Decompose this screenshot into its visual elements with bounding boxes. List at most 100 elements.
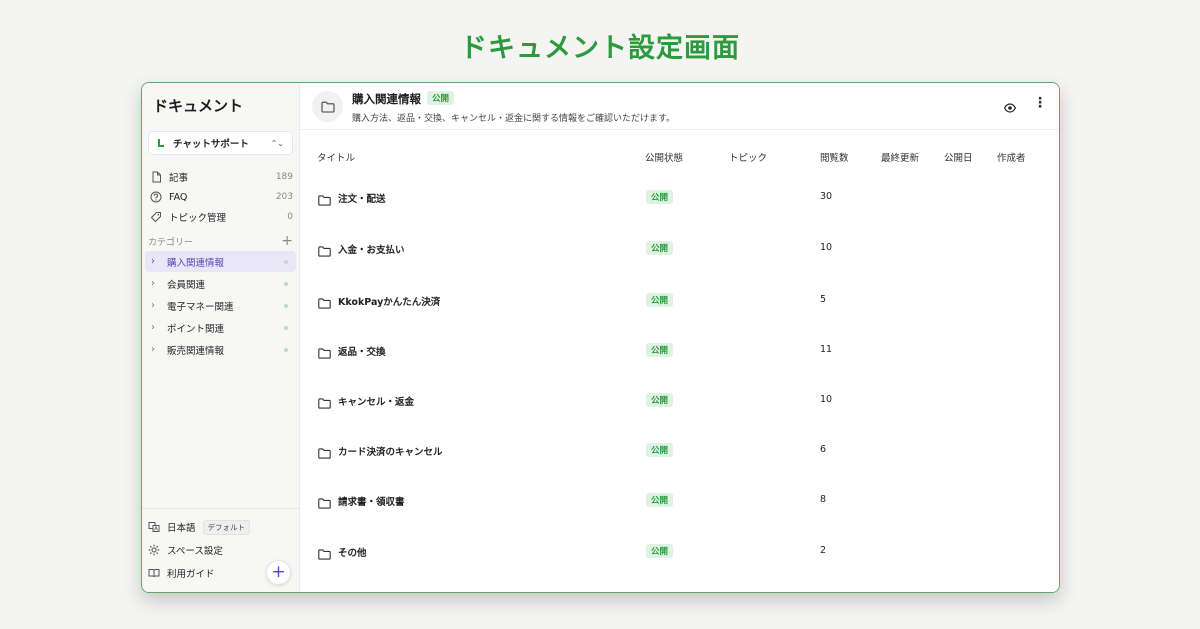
book-icon <box>148 567 160 579</box>
folder-icon <box>312 91 343 122</box>
page-title: 購入関連情報 <box>352 92 421 106</box>
folder-icon <box>318 294 331 313</box>
status-dot <box>284 281 288 286</box>
chevron-right-icon[interactable]: › <box>151 256 161 267</box>
category-item-points[interactable]: › ポイント関連 <box>145 317 296 338</box>
category-header: カテゴリー + <box>148 233 293 249</box>
folder-icon <box>318 344 331 363</box>
column-header-author[interactable]: 作成者 <box>997 150 1026 164</box>
category-header-label: カテゴリー <box>148 237 194 248</box>
translate-icon <box>148 521 160 533</box>
space-settings-link[interactable]: スペース設定 <box>148 541 223 559</box>
chevron-right-icon[interactable]: › <box>151 278 161 289</box>
folder-icon <box>318 191 331 210</box>
status-badge: 公開 <box>646 393 674 407</box>
category-list: › 購入関連情報 › 会員関連 › 電子マネー関連 › ポイント関連 › 販売関… <box>145 251 296 361</box>
category-item-sales[interactable]: › 販売関連情報 <box>145 339 296 360</box>
folder-icon <box>318 494 331 513</box>
table-row[interactable]: 注文・配送 公開 30 <box>300 186 1059 210</box>
row-views: 5 <box>820 294 827 305</box>
category-label: 電子マネー関連 <box>167 301 234 313</box>
status-badge: 公開 <box>427 91 455 105</box>
add-category-icon[interactable]: + <box>281 234 293 248</box>
user-guide-link[interactable]: 利用ガイド <box>148 564 215 582</box>
status-badge: 公開 <box>646 343 674 357</box>
chevron-updown-icon: ⌃⌄ <box>270 138 284 148</box>
folder-icon <box>318 394 331 413</box>
chevron-right-icon[interactable]: › <box>151 322 161 333</box>
table-row[interactable]: 請求書・領収書 公開 8 <box>300 489 1059 513</box>
category-item-member[interactable]: › 会員関連 <box>145 273 296 294</box>
space-selector-label: チャットサポート <box>173 139 249 150</box>
category-item-purchase[interactable]: › 購入関連情報 <box>145 251 296 272</box>
table-row[interactable]: キャンセル・返金 公開 10 <box>300 389 1059 413</box>
column-header-views[interactable]: 閲覧数 <box>820 150 849 164</box>
row-views: 10 <box>820 242 833 253</box>
sidebar-item-faq[interactable]: FAQ 203 <box>148 187 295 207</box>
status-badge: 公開 <box>646 241 674 255</box>
sidebar-item-articles[interactable]: 記事 189 <box>148 167 295 187</box>
status-badge: 公開 <box>646 190 674 204</box>
row-title[interactable]: 注文・配送 <box>338 191 386 205</box>
row-title[interactable]: 入金・お支払い <box>338 242 405 256</box>
language-setting[interactable]: 日本語 デフォルト <box>148 518 251 536</box>
category-label: ポイント関連 <box>167 323 225 335</box>
space-selector[interactable]: チャットサポート ⌃⌄ <box>148 131 293 155</box>
sidebar-item-label: トピック管理 <box>169 213 227 224</box>
page-description: 購入方法、返品・交換、キャンセル・返金に関する情報をご確認いただけます。 <box>352 114 676 124</box>
sidebar-item-topics[interactable]: トピック管理 0 <box>148 207 295 227</box>
row-views: 10 <box>820 394 833 405</box>
row-views: 11 <box>820 344 833 355</box>
row-title[interactable]: その他 <box>338 545 367 559</box>
status-dot <box>284 303 288 308</box>
main-panel: 購入関連情報 公開 購入方法、返品・交換、キャンセル・返金に関する情報をご確認い… <box>300 83 1059 592</box>
column-header-title[interactable]: タイトル <box>317 150 355 164</box>
table-row[interactable]: その他 公開 2 <box>300 540 1059 562</box>
status-badge: 公開 <box>646 544 674 558</box>
row-views: 30 <box>820 191 833 202</box>
sidebar-item-label: 記事 <box>169 173 189 184</box>
default-badge: デフォルト <box>202 519 251 535</box>
column-header-updated[interactable]: 最終更新 <box>881 150 919 164</box>
sidebar-divider <box>142 508 300 509</box>
category-item-emoney[interactable]: › 電子マネー関連 <box>145 295 296 316</box>
column-header-status[interactable]: 公開状態 <box>645 150 683 164</box>
row-views: 2 <box>820 545 827 556</box>
chevron-right-icon[interactable]: › <box>151 344 161 355</box>
banner-title: ドキュメント設定画面 <box>460 33 740 64</box>
sidebar-item-label: FAQ <box>169 191 188 203</box>
more-vertical-icon[interactable]: ⋮ <box>1033 96 1047 110</box>
add-button[interactable]: + <box>266 560 291 585</box>
column-header-topic[interactable]: トピック <box>729 150 767 164</box>
question-icon <box>150 191 162 203</box>
row-views: 6 <box>820 444 827 455</box>
row-title[interactable]: 返品・交換 <box>338 344 386 358</box>
status-badge: 公開 <box>646 293 674 307</box>
sidebar-item-count: 189 <box>275 172 293 182</box>
column-header-published[interactable]: 公開日 <box>944 150 973 164</box>
row-title[interactable]: キャンセル・返金 <box>338 394 414 408</box>
space-logo-icon <box>157 139 165 147</box>
user-guide-label: 利用ガイド <box>167 569 215 580</box>
category-label: 会員関連 <box>167 279 206 291</box>
table-row[interactable]: カード決済のキャンセル 公開 6 <box>300 439 1059 461</box>
table-row[interactable]: 入金・お支払い 公開 10 <box>300 237 1059 259</box>
row-title[interactable]: KkokPayかんたん決済 <box>338 294 440 308</box>
row-title[interactable]: 請求書・領収書 <box>338 494 405 508</box>
category-header-bar: 購入関連情報 公開 購入方法、返品・交換、キャンセル・返金に関する情報をご確認い… <box>300 83 1059 130</box>
status-dot <box>284 259 288 264</box>
chevron-right-icon[interactable]: › <box>151 300 161 311</box>
row-views: 8 <box>820 494 827 505</box>
sidebar-title: ドキュメント <box>153 97 244 115</box>
eye-icon[interactable] <box>1003 98 1017 117</box>
row-title[interactable]: カード決済のキャンセル <box>338 444 443 458</box>
table-row[interactable]: 返品・交換 公開 11 <box>300 339 1059 363</box>
table-row[interactable]: KkokPayかんたん決済 公開 5 <box>300 289 1059 313</box>
language-label: 日本語 <box>167 523 196 534</box>
status-dot <box>284 325 288 330</box>
app-window: ドキュメント チャットサポート ⌃⌄ 記事 189 FAQ 203 トピック管理… <box>141 82 1060 593</box>
sidebar-item-count: 0 <box>287 212 293 222</box>
tag-icon <box>150 211 162 223</box>
status-badge: 公開 <box>646 493 674 507</box>
status-badge: 公開 <box>646 443 674 457</box>
